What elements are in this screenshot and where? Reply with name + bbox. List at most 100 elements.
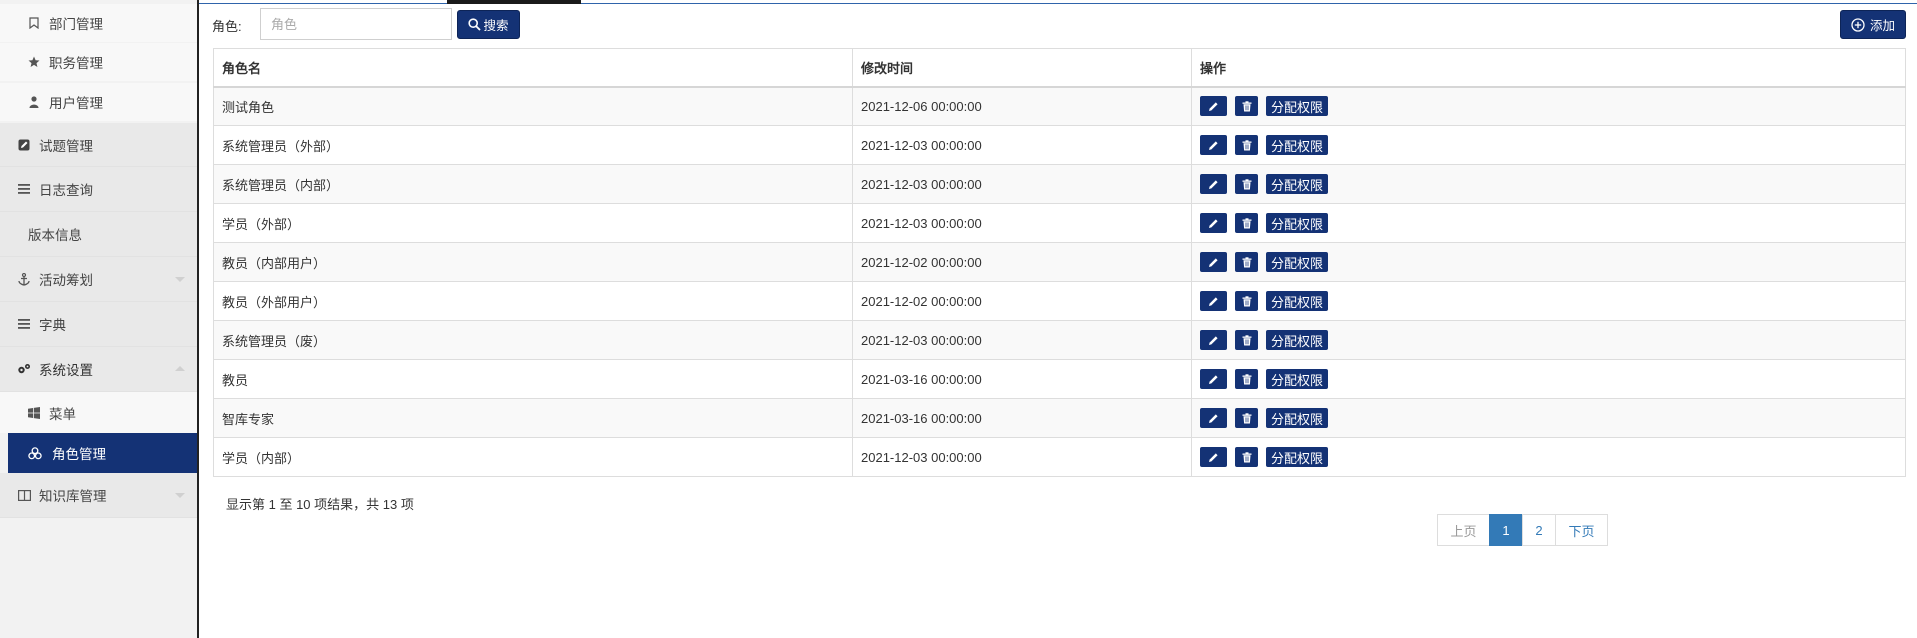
sidebar-item-dictionary[interactable]: 字典 — [0, 302, 197, 347]
column-header-role-name[interactable]: 角色名 — [213, 48, 853, 88]
edit-button[interactable] — [1200, 252, 1227, 272]
edit-button[interactable] — [1200, 135, 1227, 155]
list-icon — [17, 182, 31, 196]
sidebar-item-label: 部门管理 — [49, 17, 103, 32]
sidebar-item-label: 用户管理 — [49, 96, 103, 111]
assign-permissions-button[interactable]: 分配权限 — [1266, 213, 1329, 233]
sidebar-item-label: 系统设置 — [39, 363, 93, 378]
search-icon — [468, 18, 482, 31]
sidebar-item-department[interactable]: 部门管理 — [0, 4, 197, 42]
delete-button[interactable] — [1235, 135, 1258, 155]
delete-button[interactable] — [1235, 96, 1258, 117]
pagination-page-1[interactable]: 1 — [1489, 514, 1523, 546]
trash-icon — [1242, 451, 1252, 463]
pencil-icon — [1208, 218, 1219, 229]
sidebar-item-menu[interactable]: 菜单 — [0, 392, 197, 433]
delete-button[interactable] — [1235, 408, 1258, 428]
role-name-cell: 系统管理员（外部） — [213, 125, 853, 165]
sidebar-item-questions[interactable]: 试题管理 — [0, 123, 197, 167]
modified-time-cell: 2021-12-03 00:00:00 — [852, 164, 1192, 204]
sidebar-item-users[interactable]: 用户管理 — [0, 83, 197, 121]
pagination-page-2[interactable]: 2 — [1522, 514, 1556, 546]
delete-button[interactable] — [1235, 213, 1258, 233]
sidebar-item-label: 活动筹划 — [39, 273, 93, 288]
modified-time-cell: 2021-12-03 00:00:00 — [852, 437, 1192, 477]
result-info: 显示第 1 至 10 项结果，共 13 项 — [226, 497, 414, 512]
delete-button[interactable] — [1235, 330, 1258, 350]
star-icon — [27, 55, 41, 69]
table-row: 测试角色 2021-12-06 00:00:00 分配权限 — [213, 86, 1906, 126]
sidebar-item-knowledge-base[interactable]: 知识库管理 — [0, 473, 197, 518]
edit-button[interactable] — [1200, 213, 1227, 233]
windows-icon — [27, 406, 41, 420]
column-header-modified-time[interactable]: 修改时间 — [852, 48, 1192, 88]
edit-button[interactable] — [1200, 408, 1227, 428]
actions-cell: 分配权限 — [1191, 398, 1906, 438]
sidebar-item-logs[interactable]: 日志查询 — [0, 167, 197, 212]
chevron-down-icon — [175, 277, 185, 282]
row-actions: 分配权限 — [1200, 447, 1897, 467]
role-name-cell: 学员（内部） — [213, 437, 853, 477]
pencil-icon — [1208, 296, 1219, 307]
delete-button[interactable] — [1235, 174, 1258, 194]
pagination-next[interactable]: 下页 — [1555, 514, 1608, 546]
sidebar-item-label: 字典 — [39, 318, 66, 333]
actions-cell: 分配权限 — [1191, 437, 1906, 477]
table-row: 系统管理员（内部） 2021-12-03 00:00:00 分配权限 — [213, 164, 1906, 204]
modified-time-cell: 2021-12-02 00:00:00 — [852, 281, 1192, 321]
modified-time-cell: 2021-03-16 00:00:00 — [852, 398, 1192, 438]
sidebar-divider — [197, 0, 199, 638]
pencil-icon — [1208, 101, 1219, 112]
pencil-icon — [1208, 413, 1219, 424]
search-label: 角色: — [212, 19, 242, 34]
assign-permissions-button[interactable]: 分配权限 — [1266, 369, 1329, 389]
pencil-icon — [1208, 452, 1219, 463]
role-name-cell: 系统管理员（废） — [213, 320, 853, 360]
chevron-up-icon — [175, 366, 185, 371]
delete-button[interactable] — [1235, 291, 1258, 311]
actions-cell: 分配权限 — [1191, 164, 1906, 204]
sidebar-item-version[interactable]: 版本信息 — [0, 212, 197, 257]
actions-cell: 分配权限 — [1191, 86, 1906, 126]
edit-button[interactable] — [1200, 291, 1227, 311]
delete-button[interactable] — [1235, 369, 1258, 389]
sidebar-item-activity[interactable]: 活动筹划 — [0, 257, 197, 302]
edit-button[interactable] — [1200, 330, 1227, 350]
role-search-input[interactable] — [260, 8, 452, 40]
edit-button[interactable] — [1200, 174, 1227, 194]
table-header-row: 角色名 修改时间 操作 — [213, 48, 1906, 88]
edit-button[interactable] — [1200, 447, 1227, 467]
assign-permissions-button[interactable]: 分配权限 — [1266, 252, 1329, 272]
assign-permissions-button[interactable]: 分配权限 — [1266, 135, 1329, 155]
delete-button[interactable] — [1235, 252, 1258, 272]
search-button[interactable]: 搜索 — [457, 10, 520, 39]
actions-cell: 分配权限 — [1191, 125, 1906, 165]
sidebar-item-role-management[interactable]: 角色管理 — [8, 433, 197, 473]
pagination-prev[interactable]: 上页 — [1437, 514, 1490, 546]
sidebar-item-label: 菜单 — [49, 406, 76, 422]
row-actions: 分配权限 — [1200, 135, 1897, 155]
sidebar: 部门管理 职务管理 用户管理 试题管理 日志查询 版本信息 活动筹划 字典 系统… — [0, 0, 197, 638]
assign-permissions-button[interactable]: 分配权限 — [1266, 330, 1329, 350]
delete-button[interactable] — [1235, 447, 1258, 467]
roles-table: 角色名 修改时间 操作 测试角色 2021-12-06 00:00:00 分配权限系… — [213, 48, 1906, 477]
assign-permissions-button[interactable]: 分配权限 — [1266, 408, 1329, 428]
user-icon — [27, 95, 41, 109]
add-button[interactable]: 添加 — [1840, 10, 1906, 39]
sidebar-item-position[interactable]: 职务管理 — [0, 43, 197, 81]
modified-time-cell: 2021-12-03 00:00:00 — [852, 203, 1192, 243]
edit-button[interactable] — [1200, 369, 1227, 389]
row-actions: 分配权限 — [1200, 213, 1897, 233]
assign-permissions-button[interactable]: 分配权限 — [1266, 447, 1329, 467]
sidebar-item-system-settings[interactable]: 系统设置 — [0, 347, 197, 392]
edit-button[interactable] — [1200, 96, 1227, 117]
modified-time-cell: 2021-12-03 00:00:00 — [852, 125, 1192, 165]
assign-permissions-button[interactable]: 分配权限 — [1266, 291, 1329, 311]
row-actions: 分配权限 — [1200, 252, 1897, 272]
assign-permissions-button[interactable]: 分配权限 — [1266, 96, 1329, 117]
pencil-icon — [1208, 374, 1219, 385]
actions-cell: 分配权限 — [1191, 359, 1906, 399]
table-row: 学员（外部） 2021-12-03 00:00:00 分配权限 — [213, 203, 1906, 243]
assign-permissions-button[interactable]: 分配权限 — [1266, 174, 1329, 194]
row-actions: 分配权限 — [1200, 291, 1897, 311]
